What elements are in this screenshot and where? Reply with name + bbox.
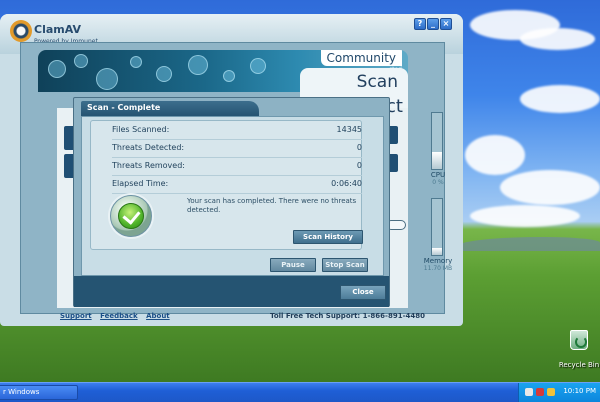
- scan-complete-message: Your scan has completed. There were no t…: [187, 197, 357, 214]
- minimize-button[interactable]: _: [427, 18, 439, 30]
- help-button[interactable]: ?: [414, 18, 426, 30]
- row-divider: [112, 175, 362, 176]
- system-tray: 10:10 PM: [518, 383, 600, 402]
- bubble-decoration: [74, 54, 88, 68]
- threats-detected-label: Threats Detected:: [112, 143, 185, 152]
- elapsed-time-row: Elapsed Time: 0:06:40: [112, 179, 362, 193]
- feedback-link[interactable]: Feedback: [100, 312, 138, 320]
- check-mark-icon: [118, 203, 144, 229]
- memory-meter-fill: [432, 248, 442, 255]
- app-logo-text: ClamAV: [34, 23, 82, 36]
- files-scanned-value: 14345: [336, 125, 362, 134]
- tray-speaker-icon[interactable]: [547, 388, 555, 396]
- cloud: [520, 85, 600, 113]
- bubble-decoration: [130, 56, 142, 68]
- memory-meter: [431, 198, 443, 256]
- row-divider: [112, 157, 362, 158]
- support-link[interactable]: Support: [60, 312, 92, 320]
- threats-removed-row: Threats Removed: 0: [112, 161, 362, 175]
- row-divider: [112, 139, 362, 140]
- cloud: [470, 205, 580, 227]
- memory-label: Memory: [423, 257, 453, 265]
- success-check-icon: [110, 195, 152, 237]
- elapsed-time-value: 0:06:40: [331, 179, 362, 188]
- files-scanned-row: Files Scanned: 14345: [112, 125, 362, 139]
- bubble-decoration: [96, 68, 118, 90]
- close-button[interactable]: Close: [340, 285, 386, 300]
- stop-scan-button[interactable]: Stop Scan: [322, 258, 368, 272]
- threats-detected-value: 0: [356, 143, 362, 152]
- taskbar-clock: 10:10 PM: [563, 387, 596, 395]
- dialog-content: Files Scanned: 14345 Threats Detected: 0…: [81, 116, 384, 276]
- cpu-meter: [431, 112, 443, 170]
- community-label: Community: [320, 50, 402, 66]
- bubble-decoration: [223, 70, 235, 82]
- tollfree-support-text: Toll Free Tech Support: 1-866-891-4480: [270, 312, 425, 320]
- memory-value: 11.70 MB: [423, 265, 453, 272]
- scan-history-button[interactable]: Scan History: [293, 230, 363, 244]
- clamav-logo-icon: [10, 20, 32, 42]
- scan-complete-dialog: Scan - Complete Files Scanned: 14345 Thr…: [73, 97, 390, 307]
- row-divider: [112, 193, 362, 194]
- elapsed-time-label: Elapsed Time:: [112, 179, 169, 188]
- cloud: [500, 170, 600, 205]
- scan-tab-title: Scan: [356, 72, 398, 92]
- cloud: [520, 28, 595, 50]
- bubble-decoration: [188, 55, 208, 75]
- taskbar: r Windows 10:10 PM: [0, 382, 600, 402]
- bubble-decoration: [48, 60, 66, 78]
- recycle-bin-label: Recycle Bin: [558, 361, 600, 369]
- distant-hill: [460, 237, 600, 251]
- footer-links: Support Feedback About: [60, 312, 176, 320]
- cpu-label: CPU: [430, 171, 446, 179]
- files-scanned-label: Files Scanned:: [112, 125, 170, 134]
- tray-security-icon[interactable]: [536, 388, 544, 396]
- recycle-bin-icon: [570, 330, 588, 350]
- dialog-title: Scan - Complete: [81, 101, 259, 116]
- recycle-bin-shortcut[interactable]: Recycle Bin: [558, 330, 600, 371]
- pause-button[interactable]: Pause: [270, 258, 316, 272]
- taskbar-window-button[interactable]: r Windows: [0, 385, 78, 400]
- bubble-decoration: [156, 66, 172, 82]
- threats-detected-row: Threats Detected: 0: [112, 143, 362, 157]
- bubble-decoration: [250, 58, 266, 74]
- tray-network-icon[interactable]: [525, 388, 533, 396]
- about-link[interactable]: About: [146, 312, 170, 320]
- threats-removed-value: 0: [356, 161, 362, 170]
- close-window-button[interactable]: ×: [440, 18, 452, 30]
- cpu-meter-fill: [432, 152, 442, 169]
- threats-removed-label: Threats Removed:: [112, 161, 185, 170]
- cpu-value: 0 %: [432, 179, 444, 186]
- cloud: [465, 135, 525, 175]
